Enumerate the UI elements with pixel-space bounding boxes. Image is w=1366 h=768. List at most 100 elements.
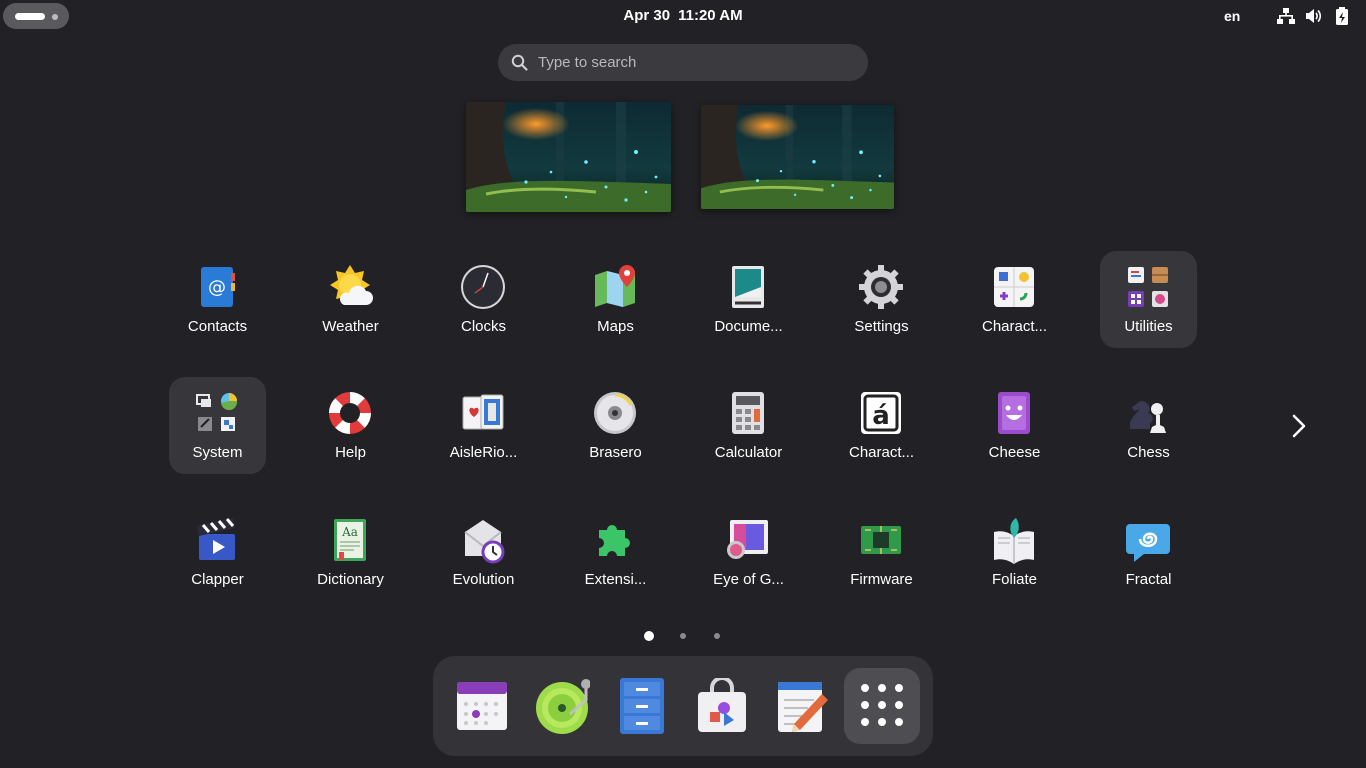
show-apps-icon: [861, 684, 903, 726]
app-label: Charact...: [848, 444, 915, 461]
show-apps-button[interactable]: [844, 668, 920, 744]
page-dot-1[interactable]: [644, 631, 654, 641]
app-foliate[interactable]: Foliate: [966, 504, 1063, 601]
document-viewer-icon: [732, 266, 764, 308]
dash: [433, 656, 933, 756]
aisleriot-icon: [462, 394, 504, 430]
network-icon[interactable]: [1277, 7, 1295, 25]
dash-files[interactable]: [604, 668, 680, 744]
dash-music[interactable]: [524, 668, 600, 744]
workspace-thumbnail-2[interactable]: [701, 105, 894, 209]
search-input[interactable]: [538, 44, 848, 81]
page-dot-2[interactable]: [680, 633, 686, 639]
app-label: Chess: [1127, 444, 1170, 461]
search-icon: [511, 54, 528, 71]
page-indicator: [0, 631, 1366, 641]
dictionary-icon: Aa: [334, 519, 366, 561]
utilities-folder-icon: [1128, 267, 1168, 307]
app-label: Charact...: [981, 318, 1048, 335]
app-label: System: [192, 444, 243, 461]
app-clocks[interactable]: Clocks: [435, 251, 532, 348]
app-label: Weather: [322, 318, 379, 335]
app-label: Brasero: [589, 444, 642, 461]
app-label: Maps: [597, 318, 634, 335]
app-aisleriot[interactable]: AisleRio...: [435, 377, 532, 474]
app-label: Evolution: [452, 571, 515, 588]
date-label: Apr 30: [623, 7, 671, 24]
evolution-icon: [464, 520, 505, 564]
image-viewer-icon: [727, 520, 768, 559]
app-label: Firmware: [850, 571, 913, 588]
calculator-icon: [732, 392, 764, 434]
time-label: 11:20 AM: [678, 7, 743, 24]
app-weather[interactable]: Weather: [302, 251, 399, 348]
workspace-indicator-active: [15, 13, 45, 20]
firmware-icon: [861, 526, 901, 554]
dash-calendar[interactable]: [444, 668, 520, 744]
app-label: Help: [335, 444, 366, 461]
clocks-icon: [461, 265, 505, 309]
app-label: Docume...: [714, 318, 783, 335]
svg-text:@: @: [208, 277, 226, 298]
calendar-icon: [457, 682, 507, 730]
app-label: Dictionary: [317, 571, 384, 588]
volume-icon[interactable]: [1304, 7, 1322, 25]
folder-utilities[interactable]: Utilities: [1100, 251, 1197, 348]
dash-text-editor[interactable]: [764, 668, 840, 744]
app-label: Utilities: [1124, 318, 1173, 335]
maps-icon: [595, 265, 635, 307]
app-fractal[interactable]: Fractal: [1100, 504, 1197, 601]
app-clapper[interactable]: Clapper: [169, 504, 266, 601]
app-extensions[interactable]: Extensi...: [567, 504, 664, 601]
text-editor-icon: [778, 682, 828, 732]
music-player-icon: [536, 679, 590, 734]
app-label: Calculator: [714, 444, 783, 461]
app-label: Settings: [854, 318, 909, 335]
app-label: Fractal: [1125, 571, 1172, 588]
folder-system[interactable]: System: [169, 377, 266, 474]
help-icon: [329, 392, 371, 434]
app-chess[interactable]: Chess: [1100, 377, 1197, 474]
app-contacts[interactable]: @ Contacts: [169, 251, 266, 348]
app-document-viewer[interactable]: Docume...: [700, 251, 797, 348]
app-label: Clapper: [191, 571, 244, 588]
svg-text:Aa: Aa: [341, 525, 358, 539]
app-settings[interactable]: Settings: [833, 251, 930, 348]
app-characters[interactable]: Charact...: [966, 251, 1063, 348]
app-label: Contacts: [187, 318, 248, 335]
activities-button[interactable]: [3, 3, 69, 29]
brasero-icon: [594, 392, 636, 434]
dash-software[interactable]: [684, 668, 760, 744]
app-dictionary[interactable]: Aa Dictionary: [302, 504, 399, 601]
extensions-icon: [599, 525, 630, 556]
app-eye-of-gnome[interactable]: Eye of G...: [700, 504, 797, 601]
app-character-map[interactable]: á Charact...: [833, 377, 930, 474]
app-label: Eye of G...: [713, 571, 784, 588]
search-bar[interactable]: [498, 44, 868, 81]
character-map-icon: á: [861, 392, 901, 434]
fractal-icon: [1126, 524, 1170, 562]
chevron-right-icon[interactable]: [1286, 412, 1312, 440]
keyboard-layout-button[interactable]: en: [1224, 8, 1240, 24]
contacts-icon: @: [201, 267, 235, 307]
app-evolution[interactable]: Evolution: [435, 504, 532, 601]
weather-icon: [330, 265, 373, 305]
app-label: AisleRio...: [449, 444, 518, 461]
characters-icon: [994, 267, 1034, 307]
workspace-thumbnail-1[interactable]: [466, 102, 671, 212]
cheese-icon: [998, 392, 1030, 434]
app-firmware[interactable]: Firmware: [833, 504, 930, 601]
app-maps[interactable]: Maps: [567, 251, 664, 348]
battery-icon[interactable]: [1333, 7, 1351, 25]
foliate-icon: [994, 518, 1034, 564]
app-help[interactable]: Help: [302, 377, 399, 474]
app-calculator[interactable]: Calculator: [700, 377, 797, 474]
page-dot-3[interactable]: [714, 633, 720, 639]
system-folder-icon: [196, 393, 238, 431]
workspace-indicator: [52, 14, 58, 20]
app-cheese[interactable]: Cheese: [966, 377, 1063, 474]
app-brasero[interactable]: Brasero: [567, 377, 664, 474]
app-label: Foliate: [991, 571, 1038, 588]
app-label: Cheese: [988, 444, 1041, 461]
clock-button[interactable]: Apr 30 11:20 AM: [560, 7, 806, 24]
